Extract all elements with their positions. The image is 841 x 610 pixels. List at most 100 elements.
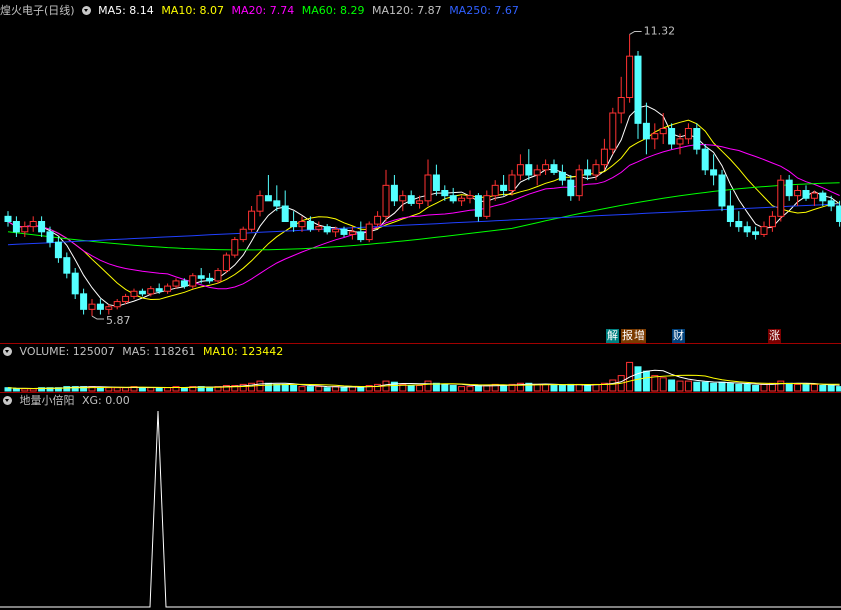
volume-bar: [659, 377, 667, 392]
volume-legend: VOLUME: 125007 MA5: 118261 MA10: 123442: [0, 344, 287, 360]
volume-bar: [113, 387, 121, 392]
candle-body: [21, 226, 29, 233]
candle-body: [130, 290, 138, 297]
dropdown-icon[interactable]: [3, 396, 12, 405]
candle-body: [432, 174, 440, 191]
candle-body: [105, 306, 113, 310]
candle-body: [63, 257, 71, 274]
volume-bar: [642, 370, 650, 392]
candle-body: [172, 280, 180, 287]
candle-body: [281, 205, 289, 222]
candle-body: [407, 195, 415, 204]
candle-body: [819, 192, 827, 202]
candle-body: [122, 295, 130, 303]
candle-body: [323, 226, 331, 233]
candle-body: [248, 210, 256, 230]
low-marker: [91, 315, 104, 320]
ma5-line: [7, 105, 840, 307]
candle-body: [222, 254, 230, 272]
volume-bar: [206, 387, 214, 392]
candle-body: [558, 171, 566, 181]
candle-body: [441, 190, 449, 197]
candle-body: [516, 164, 524, 176]
legend-vol-ma10: MA10: 123442: [202, 345, 284, 358]
candle-body: [710, 169, 718, 176]
candle-body: [500, 184, 508, 191]
volume-bar: [735, 383, 743, 392]
candle-body: [357, 231, 365, 241]
volume-bar: [836, 386, 841, 392]
candle-body: [416, 200, 424, 204]
candle-body: [760, 226, 768, 235]
candle-body: [365, 223, 373, 241]
volume-bar: [651, 375, 659, 392]
volume-bar: [96, 387, 104, 392]
candle-body: [12, 221, 20, 233]
candle-body: [71, 272, 79, 295]
volume-bar: [273, 383, 281, 392]
volume-bar: [458, 386, 466, 392]
volume-bar: [155, 387, 163, 392]
volume-bar: [323, 387, 331, 392]
candle-body: [634, 55, 642, 124]
dropdown-icon[interactable]: [3, 347, 12, 356]
high-price-label: 11.32: [644, 24, 676, 37]
candle-body: [575, 169, 583, 197]
candle-body: [827, 200, 835, 207]
volume-bar: [340, 387, 348, 392]
legend-volume: VOLUME: 125007: [19, 345, 115, 358]
ma60-line: [7, 182, 840, 251]
indicator-legend: 地量小倍阳 XG: 0.00: [0, 393, 134, 409]
event-badge-zeng[interactable]: 增: [633, 329, 646, 343]
candle-body: [642, 122, 650, 140]
dropdown-icon[interactable]: [81, 6, 91, 15]
candle-body: [508, 174, 516, 191]
volume-bar: [180, 387, 188, 392]
volume-bar: [29, 388, 37, 392]
volume-bar: [777, 380, 785, 392]
candle-body: [483, 195, 491, 217]
candle-body: [155, 288, 163, 292]
legend-ma20: MA20: 7.74: [231, 4, 295, 17]
volume-bar: [558, 385, 566, 392]
candle-body: [46, 231, 54, 243]
volume-bar: [449, 385, 457, 392]
candle-body: [735, 221, 743, 228]
candle-body: [332, 228, 340, 233]
candle-body: [273, 200, 281, 207]
legend-ma10: MA10: 8.07: [161, 4, 225, 17]
volume-bar: [21, 388, 29, 392]
event-badge-cai[interactable]: 财: [672, 329, 685, 343]
candle-body: [525, 164, 533, 176]
indicator-name[interactable]: 地量小倍阳: [20, 394, 75, 407]
candle-body: [206, 277, 214, 282]
candle-body: [147, 288, 155, 295]
candle-body: [617, 97, 625, 114]
candle-body: [113, 301, 121, 308]
candle-body: [88, 303, 96, 310]
volume-bar: [424, 380, 432, 392]
candle-body: [290, 221, 298, 228]
candle-body: [626, 55, 634, 98]
volume-bar: [441, 383, 449, 392]
volume-bar: [550, 385, 558, 392]
event-badge-jie[interactable]: 解: [606, 329, 619, 343]
candle-body: [777, 179, 785, 217]
volume-bar: [710, 382, 718, 392]
candle-body: [424, 174, 432, 202]
volume-bar: [466, 386, 474, 392]
candle-body: [693, 128, 701, 150]
volume-bar: [264, 382, 272, 392]
candle-body: [231, 239, 239, 256]
event-badge-zhang[interactable]: 涨: [768, 329, 781, 343]
candle-body: [533, 169, 541, 176]
stock-title[interactable]: 煌火电子(日线): [0, 4, 75, 17]
candle-body: [340, 228, 348, 235]
volume-bar: [684, 380, 692, 392]
candle-body: [348, 231, 356, 235]
xg-signal-line: [0, 410, 841, 608]
candle-body: [600, 148, 608, 166]
candle-body: [684, 128, 692, 140]
volume-bar: [785, 382, 793, 392]
candle-body: [491, 184, 499, 197]
